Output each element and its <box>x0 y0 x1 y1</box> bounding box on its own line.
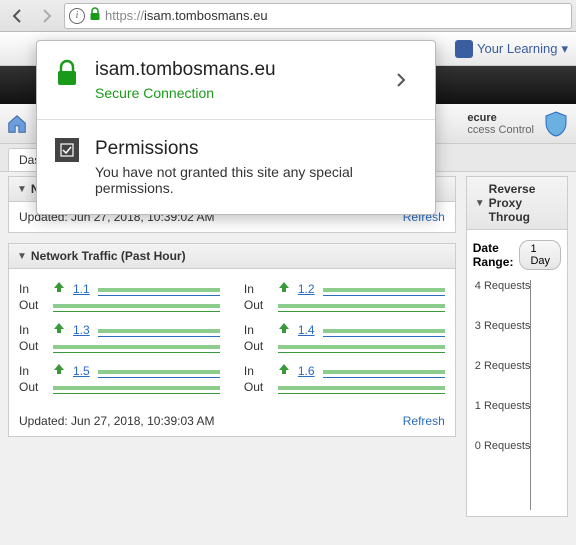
lock-icon <box>55 59 79 90</box>
network-block: In 1.2 Out <box>244 279 445 314</box>
sparkline-in <box>98 323 220 337</box>
network-block: In 1.4 Out <box>244 320 445 355</box>
site-identity-popup: isam.tombosmans.eu Secure Connection Per… <box>36 40 436 215</box>
sparkline-in <box>323 282 445 296</box>
forward-button[interactable] <box>32 2 60 30</box>
browser-toolbar: i https://isam.tombosmans.eu <box>0 0 576 32</box>
y-tick-label: 1 Requests <box>475 400 531 412</box>
network-block: In 1.5 Out <box>19 361 220 396</box>
sparkline-in <box>323 364 445 378</box>
arrow-up-icon <box>278 322 290 337</box>
sparkline-in <box>323 323 445 337</box>
arrow-right-icon <box>38 8 54 24</box>
network-refresh-link[interactable]: Refresh <box>403 414 445 428</box>
collapse-icon: ▼ <box>475 198 485 209</box>
learning-icon <box>455 40 473 58</box>
out-label: Out <box>244 339 270 353</box>
panel-network-title: Network Traffic (Past Hour) <box>31 249 186 263</box>
y-tick-label: 3 Requests <box>475 320 531 332</box>
date-range-select[interactable]: 1 Day <box>519 240 561 270</box>
mega-secure-text: ecure ccess Control <box>467 112 534 136</box>
panel-network: ▼ Network Traffic (Past Hour) In1.1OutIn… <box>8 243 456 437</box>
info-icon[interactable]: i <box>69 8 85 24</box>
sparkline-out <box>278 298 445 312</box>
panel-proxy-title: Reverse Proxy Throug <box>489 182 559 224</box>
collapse-icon: ▼ <box>17 251 27 262</box>
back-button[interactable] <box>4 2 32 30</box>
network-block: In 1.6 Out <box>244 361 445 396</box>
sparkline-in <box>98 282 220 296</box>
panel-proxy: ▼ Reverse Proxy Throug Date Range: 1 Day… <box>466 176 568 517</box>
lock-icon[interactable] <box>89 7 101 24</box>
in-label: In <box>244 282 270 296</box>
collapse-icon: ▼ <box>17 184 27 195</box>
out-label: Out <box>19 339 45 353</box>
in-label: In <box>244 323 270 337</box>
panel-proxy-header[interactable]: ▼ Reverse Proxy Throug <box>467 177 567 230</box>
sparkline-out <box>53 298 220 312</box>
y-tick-label: 0 Requests <box>475 440 531 452</box>
arrow-left-icon <box>10 8 26 24</box>
address-bar[interactable]: i https://isam.tombosmans.eu <box>64 3 572 29</box>
popup-host: isam.tombosmans.eu <box>95 59 369 81</box>
out-label: Out <box>244 298 270 312</box>
y-tick-label: 2 Requests <box>475 360 531 372</box>
shield-icon <box>542 110 570 138</box>
nic-link[interactable]: 1.5 <box>73 364 90 378</box>
in-label: In <box>19 323 45 337</box>
sparkline-in <box>98 364 220 378</box>
nic-link[interactable]: 1.6 <box>298 364 315 378</box>
nic-link[interactable]: 1.4 <box>298 323 315 337</box>
network-block: In 1.3 Out <box>19 320 220 355</box>
your-learning-link[interactable]: Your Learning ▾ <box>455 40 568 58</box>
popup-connection-status: Secure Connection <box>95 85 369 101</box>
in-label: In <box>19 282 45 296</box>
arrow-up-icon <box>53 363 65 378</box>
nic-link[interactable]: 1.2 <box>298 282 315 296</box>
network-updated: Updated: Jun 27, 2018, 10:39:03 AM <box>19 414 214 428</box>
popup-permissions-title: Permissions <box>95 138 417 160</box>
network-block: In 1.1 Out <box>19 279 220 314</box>
home-icon[interactable] <box>6 113 28 135</box>
out-label: Out <box>244 380 270 394</box>
in-label: In <box>19 364 45 378</box>
arrow-up-icon <box>278 363 290 378</box>
sparkline-out <box>278 339 445 353</box>
y-tick-label: 4 Requests <box>475 280 531 292</box>
sparkline-out <box>278 380 445 394</box>
arrow-up-icon <box>53 322 65 337</box>
out-label: Out <box>19 298 45 312</box>
date-range-label: Date Range: <box>473 241 514 269</box>
in-label: In <box>244 364 270 378</box>
panel-network-header[interactable]: ▼ Network Traffic (Past Hour) <box>9 244 455 269</box>
proxy-chart: 4 Requests 3 Requests 2 Requests 1 Requests… <box>473 280 561 510</box>
popup-permissions-text: You have not granted this site any speci… <box>95 164 417 196</box>
chevron-down-icon: ▾ <box>561 41 568 57</box>
url-text: https://isam.tombosmans.eu <box>105 8 268 23</box>
sparkline-out <box>53 339 220 353</box>
chevron-right-icon <box>396 72 406 88</box>
arrow-up-icon <box>278 281 290 296</box>
mega-section-secure[interactable]: ecure ccess Control <box>467 110 570 138</box>
popup-more-button[interactable] <box>385 72 417 88</box>
out-label: Out <box>19 380 45 394</box>
nic-link[interactable]: 1.3 <box>73 323 90 337</box>
sparkline-out <box>53 380 220 394</box>
nic-link[interactable]: 1.1 <box>73 282 90 296</box>
arrow-up-icon <box>53 281 65 296</box>
your-learning-label: Your Learning <box>477 41 557 56</box>
permissions-icon <box>55 138 79 162</box>
